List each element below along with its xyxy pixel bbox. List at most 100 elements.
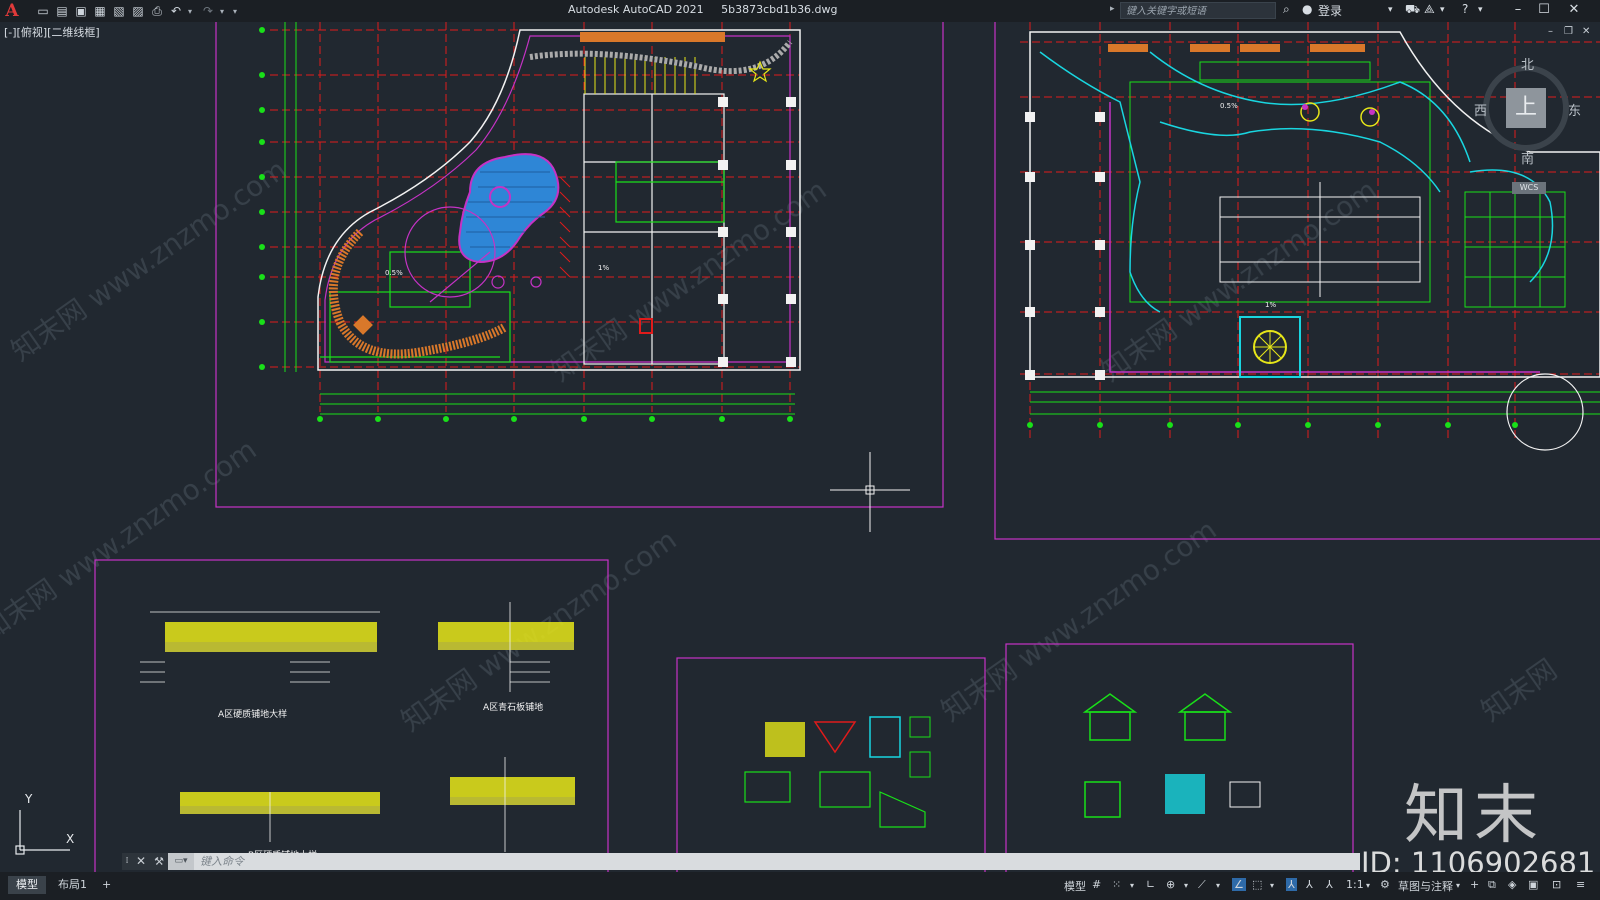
site-plan-1[interactable]: 0.5% 1% xyxy=(259,22,801,422)
ucs-y-label: Y xyxy=(24,792,33,806)
viewcube-top-face[interactable]: 上 xyxy=(1506,88,1546,128)
undo-dropdown-icon[interactable]: ▾ xyxy=(188,7,196,16)
slope-label-2: 1% xyxy=(598,264,609,272)
slope-label: 0.5% xyxy=(385,269,403,277)
login-dropdown-icon[interactable]: ▾ xyxy=(1388,5,1393,15)
polar-dropdown-icon[interactable]: ▾ xyxy=(1184,881,1188,890)
new-file-icon[interactable]: ▭ xyxy=(36,4,50,18)
help-dropdown-icon[interactable]: ▾ xyxy=(1478,5,1483,15)
save-icon[interactable]: ▣ xyxy=(74,4,88,18)
command-close-icon[interactable]: ✕ xyxy=(132,853,150,870)
close-icon[interactable]: ✕ xyxy=(1562,0,1586,22)
sheet-frame-4[interactable] xyxy=(676,657,986,872)
annotation-visibility-icon[interactable]: ⅄ xyxy=(1286,878,1297,891)
command-customize-icon[interactable]: ⚒ xyxy=(150,853,168,870)
object-snap-tracking-icon[interactable]: ∠ xyxy=(1232,878,1246,891)
snap-icon[interactable]: ⁙ xyxy=(1112,878,1121,891)
slope-label-4: 1% xyxy=(1265,301,1276,309)
drawing-canvas[interactable]: 知末网 www.znzmo.com 知末网 www.znzmo.com 知末网 … xyxy=(0,22,1600,872)
redo-icon[interactable]: ↷ xyxy=(201,4,215,18)
svg-text:知末网 www.znzmo.com: 知末网 www.znzmo.com xyxy=(5,153,292,368)
structure-details[interactable] xyxy=(744,716,931,828)
scale-dropdown-icon[interactable]: ▾ xyxy=(1366,881,1370,890)
isodraft-icon[interactable]: ⟋ xyxy=(1198,878,1206,892)
workspace-dropdown-icon[interactable]: ▾ xyxy=(1456,881,1460,890)
isolate-icon[interactable]: ⧉ xyxy=(1488,878,1496,892)
viewcube-north[interactable]: 北 xyxy=(1521,54,1534,73)
search-input[interactable]: 键入关键字或短语 xyxy=(1120,2,1276,19)
grid-icon[interactable]: # xyxy=(1092,878,1101,891)
save-as-icon[interactable]: ▦ xyxy=(93,4,107,18)
search-expand-icon[interactable]: ▸ xyxy=(1110,4,1115,14)
command-line: ⁞ ✕ ⚒ ▭▾ 键入命令 xyxy=(122,853,1360,870)
open-web-icon[interactable]: ▧ xyxy=(112,4,126,18)
viewcube-west[interactable]: 西 xyxy=(1474,100,1487,119)
open-folder-icon[interactable]: ▤ xyxy=(55,4,69,18)
annotation-scale-icon[interactable]: ⅄ xyxy=(1326,878,1333,891)
viewcube[interactable]: 上 北 南 西 东 xyxy=(1474,58,1586,168)
viewcube-east[interactable]: 东 xyxy=(1568,100,1581,119)
save-web-icon[interactable]: ▨ xyxy=(131,4,145,18)
fullscreen-icon[interactable]: ⊡ xyxy=(1552,878,1561,891)
print-icon[interactable]: ⎙ xyxy=(150,4,164,18)
doc-close-icon[interactable]: ✕ xyxy=(1582,26,1590,37)
search-icon[interactable]: ⌕ xyxy=(1283,2,1290,17)
customize-toolbar-icon[interactable]: ▾ xyxy=(233,7,241,16)
viewport-controls[interactable]: [-][俯视][二维线框] xyxy=(4,24,100,40)
slope-label-3: 0.5% xyxy=(1220,102,1238,110)
sheet-frame-5[interactable] xyxy=(1005,643,1354,872)
doc-restore-icon[interactable]: ❐ xyxy=(1564,26,1573,37)
ucs-icon: Y X xyxy=(15,792,74,855)
command-input[interactable]: 键入命令 xyxy=(194,853,1360,870)
help-icon[interactable]: ? xyxy=(1462,2,1468,16)
undo-icon[interactable]: ↶ xyxy=(169,4,183,18)
model-space-button[interactable]: 模型 xyxy=(1064,878,1086,894)
workspace-gear-icon[interactable]: ⚙ xyxy=(1380,878,1390,891)
paving-details[interactable]: A区硬质铺地大样 A区青石板铺地 B区硬质铺地大样 xyxy=(140,602,575,861)
sheet-frame-3[interactable] xyxy=(94,559,609,872)
window-title: Autodesk AutoCAD 2021 5b3873cbd1b36.dwg xyxy=(568,3,852,16)
object-snap-icon[interactable]: ⬚ xyxy=(1252,878,1262,891)
autocad-logo-icon[interactable]: A xyxy=(2,1,22,21)
object-snap-dropdown-icon[interactable]: ▾ xyxy=(1270,881,1274,890)
isodraft-dropdown-icon[interactable]: ▾ xyxy=(1216,881,1220,890)
svg-text:知末网 www.znzmo.com: 知末网 www.znzmo.com xyxy=(0,433,262,648)
crosshair-cursor xyxy=(830,452,910,532)
pavilion-details[interactable] xyxy=(1082,693,1261,818)
autodesk-app-icon[interactable]: ⟁ xyxy=(1424,2,1435,17)
viewcube-south[interactable]: 南 xyxy=(1521,148,1534,167)
auto-scale-icon[interactable]: ⅄ xyxy=(1306,878,1313,891)
minimize-icon[interactable]: – xyxy=(1506,0,1530,22)
svg-text:知末网 www.znzmo.com: 知末网 www.znzmo.com xyxy=(545,173,832,388)
ucs-x-label: X xyxy=(66,832,74,846)
redo-dropdown-icon[interactable]: ▾ xyxy=(220,7,228,16)
app-name: Autodesk AutoCAD 2021 xyxy=(568,3,704,16)
customize-menu-icon[interactable]: ≡ xyxy=(1576,878,1585,891)
pool[interactable] xyxy=(458,153,560,264)
annotation-scale-value[interactable]: 1:1 xyxy=(1346,878,1364,891)
brand-watermark: 知末 xyxy=(1404,779,1544,853)
snap-dropdown-icon[interactable]: ▾ xyxy=(1130,881,1134,890)
tab-layout1[interactable]: 布局1 xyxy=(50,876,95,894)
maximize-icon[interactable]: ☐ xyxy=(1532,0,1556,22)
cart-icon[interactable]: ⛟ xyxy=(1405,2,1420,18)
svg-text:知末网 www.znzmo.com: 知末网 www.znzmo.com xyxy=(1095,173,1382,388)
user-icon[interactable]: ● xyxy=(1302,2,1312,16)
doc-minimize-icon[interactable]: – xyxy=(1548,26,1553,37)
wcs-menu[interactable]: WCS xyxy=(1512,182,1546,194)
tab-model[interactable]: 模型 xyxy=(8,876,46,894)
add-icon[interactable]: + xyxy=(1470,878,1479,891)
hardware-acceleration-icon[interactable]: ◈ xyxy=(1508,878,1516,891)
app-dropdown-icon[interactable]: ▾ xyxy=(1440,5,1445,15)
add-layout-button[interactable]: + xyxy=(94,876,119,894)
workspace-switch[interactable]: 草图与注释 xyxy=(1398,878,1453,894)
command-grip-icon[interactable]: ⁞ xyxy=(122,853,132,870)
detail-a2-label: A区青石板铺地 xyxy=(483,701,543,713)
ortho-icon[interactable]: ∟ xyxy=(1146,878,1155,891)
command-history-icon[interactable]: ▭▾ xyxy=(168,853,194,870)
polar-icon[interactable]: ⊕ xyxy=(1166,878,1175,891)
timber-strip xyxy=(529,32,793,94)
detail-a1-label: A区硬质铺地大样 xyxy=(218,708,287,720)
login-link[interactable]: 登录 xyxy=(1318,2,1342,19)
clean-screen-icon[interactable]: ▣ xyxy=(1528,878,1538,891)
